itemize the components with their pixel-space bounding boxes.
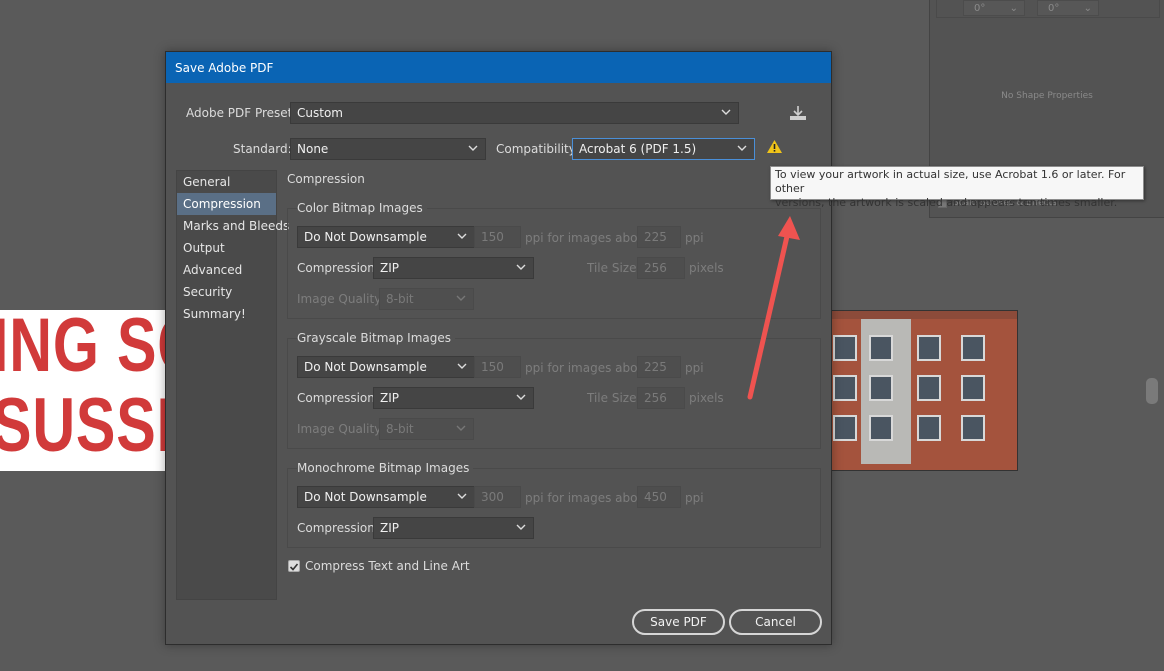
annotation-arrow: [747, 216, 800, 400]
